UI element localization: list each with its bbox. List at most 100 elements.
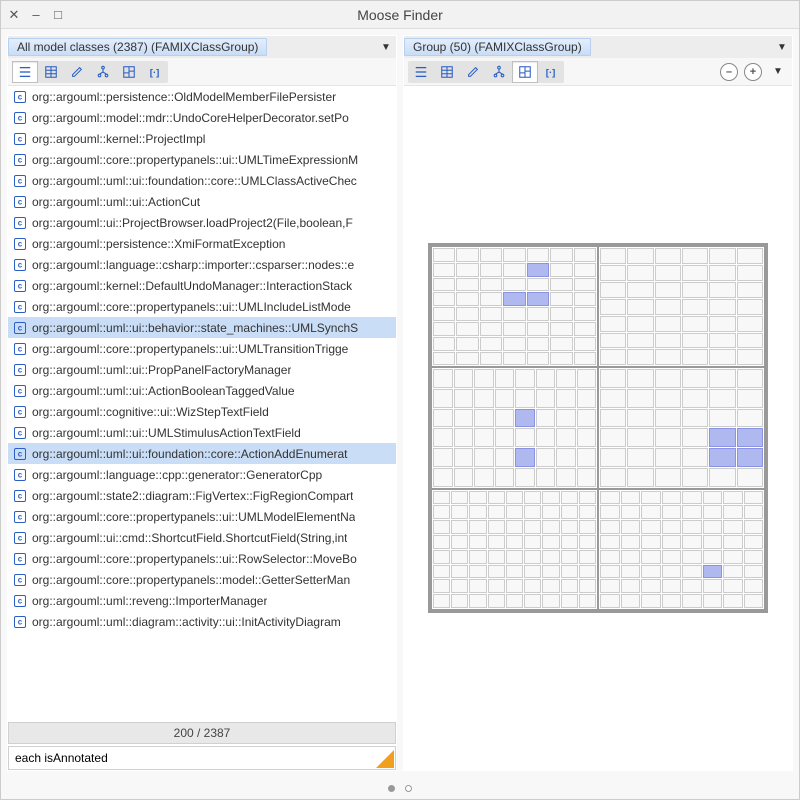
treemap-cell[interactable] xyxy=(600,369,626,388)
list-item[interactable]: org::argouml::uml::ui::UMLStimulusAction… xyxy=(8,422,396,443)
treemap-cell[interactable] xyxy=(703,505,723,519)
treemap-cell[interactable] xyxy=(723,579,743,593)
treemap-cell[interactable] xyxy=(574,337,596,351)
treemap-cell[interactable] xyxy=(600,282,626,298)
treemap-cell[interactable] xyxy=(627,333,653,349)
treemap-cell[interactable] xyxy=(524,505,541,519)
treemap-cell[interactable] xyxy=(577,448,597,467)
treemap-cell[interactable] xyxy=(723,550,743,564)
treemap-block[interactable] xyxy=(599,368,764,487)
treemap-cell[interactable] xyxy=(709,448,735,467)
treemap-cell[interactable] xyxy=(556,409,576,428)
treemap-cell[interactable] xyxy=(524,491,541,505)
treemap-cell[interactable] xyxy=(737,248,763,264)
treemap-cell[interactable] xyxy=(577,428,597,447)
treemap-cell[interactable] xyxy=(474,369,494,388)
treemap-cell[interactable] xyxy=(655,349,681,365)
treemap-cell[interactable] xyxy=(737,428,763,447)
list-item[interactable]: org::argouml::uml::ui::behavior::state_m… xyxy=(8,317,396,338)
list-view-icon[interactable] xyxy=(12,61,38,83)
treemap-cell[interactable] xyxy=(655,389,681,408)
list-item[interactable]: org::argouml::core::propertypanels::ui::… xyxy=(8,548,396,569)
list-view-icon[interactable] xyxy=(408,61,434,83)
treemap-cell[interactable] xyxy=(744,565,764,579)
treemap-cell[interactable] xyxy=(433,535,450,549)
treemap-cell[interactable] xyxy=(433,322,455,336)
treemap-cell[interactable] xyxy=(451,565,468,579)
treemap-cell[interactable] xyxy=(627,409,653,428)
treemap-cell[interactable] xyxy=(682,265,708,281)
treemap-cell[interactable] xyxy=(506,565,523,579)
treemap-cell[interactable] xyxy=(682,428,708,447)
treemap-cell[interactable] xyxy=(433,565,450,579)
treemap-cell[interactable] xyxy=(703,594,723,608)
treemap-cell[interactable] xyxy=(433,579,450,593)
list-item[interactable]: org::argouml::core::propertypanels::mode… xyxy=(8,569,396,590)
list-item[interactable]: org::argouml::cognitive::ui::WizStepText… xyxy=(8,401,396,422)
treemap-cell[interactable] xyxy=(454,409,474,428)
list-item[interactable]: org::argouml::core::propertypanels::ui::… xyxy=(8,506,396,527)
treemap-cell[interactable] xyxy=(682,299,708,315)
tree-view-icon[interactable] xyxy=(486,61,512,83)
treemap-cell[interactable] xyxy=(682,594,702,608)
treemap-cell[interactable] xyxy=(451,535,468,549)
treemap-cell[interactable] xyxy=(621,535,641,549)
treemap-cell[interactable] xyxy=(600,428,626,447)
treemap-cell[interactable] xyxy=(515,428,535,447)
treemap-cell[interactable] xyxy=(744,535,764,549)
treemap-cell[interactable] xyxy=(655,265,681,281)
list-item[interactable]: org::argouml::ui::ProjectBrowser.loadPro… xyxy=(8,212,396,233)
treemap-cell[interactable] xyxy=(737,389,763,408)
treemap-cell[interactable] xyxy=(709,349,735,365)
treemap-cell[interactable] xyxy=(709,369,735,388)
treemap-cell[interactable] xyxy=(709,389,735,408)
treemap-cell[interactable] xyxy=(433,520,450,534)
treemap-block[interactable] xyxy=(432,247,597,366)
treemap-cell[interactable] xyxy=(655,333,681,349)
treemap-cell[interactable] xyxy=(641,594,661,608)
treemap-cell[interactable] xyxy=(600,316,626,332)
treemap-cell[interactable] xyxy=(536,369,556,388)
treemap-cell[interactable] xyxy=(682,409,708,428)
treemap-cell[interactable] xyxy=(662,594,682,608)
treemap-cell[interactable] xyxy=(474,428,494,447)
treemap-cell[interactable] xyxy=(574,292,596,306)
treemap-cell[interactable] xyxy=(621,505,641,519)
zoom-dropdown-icon[interactable]: ▼ xyxy=(768,66,788,77)
treemap-cell[interactable] xyxy=(469,550,486,564)
treemap-cell[interactable] xyxy=(433,248,455,262)
treemap-cell[interactable] xyxy=(655,409,681,428)
treemap-cell[interactable] xyxy=(682,468,708,487)
treemap-cell[interactable] xyxy=(703,520,723,534)
treemap-cell[interactable] xyxy=(723,594,743,608)
treemap-cell[interactable] xyxy=(527,248,549,262)
treemap-cell[interactable] xyxy=(503,352,525,366)
treemap-cell[interactable] xyxy=(550,337,572,351)
treemap-cell[interactable] xyxy=(627,265,653,281)
treemap-cell[interactable] xyxy=(561,491,578,505)
treemap-cell[interactable] xyxy=(682,565,702,579)
treemap-cell[interactable] xyxy=(550,322,572,336)
treemap-cell[interactable] xyxy=(600,520,620,534)
treemap-cell[interactable] xyxy=(709,468,735,487)
treemap-cell[interactable] xyxy=(456,278,478,292)
treemap-cell[interactable] xyxy=(488,565,505,579)
treemap-cell[interactable] xyxy=(744,550,764,564)
treemap-cell[interactable] xyxy=(621,491,641,505)
treemap-cell[interactable] xyxy=(574,352,596,366)
treemap-cell[interactable] xyxy=(577,409,597,428)
treemap-cell[interactable] xyxy=(641,520,661,534)
treemap-cell[interactable] xyxy=(737,448,763,467)
treemap-cell[interactable] xyxy=(579,491,596,505)
treemap-cell[interactable] xyxy=(744,594,764,608)
treemap-cell[interactable] xyxy=(469,535,486,549)
treemap-cell[interactable] xyxy=(556,468,576,487)
treemap-cell[interactable] xyxy=(524,520,541,534)
treemap-cell[interactable] xyxy=(627,448,653,467)
list-item[interactable]: org::argouml::uml::ui::PropPanelFactoryM… xyxy=(8,359,396,380)
treemap-cell[interactable] xyxy=(503,263,525,277)
treemap-cell[interactable] xyxy=(506,550,523,564)
treemap-cell[interactable] xyxy=(524,550,541,564)
treemap-cell[interactable] xyxy=(550,352,572,366)
treemap-cell[interactable] xyxy=(737,349,763,365)
